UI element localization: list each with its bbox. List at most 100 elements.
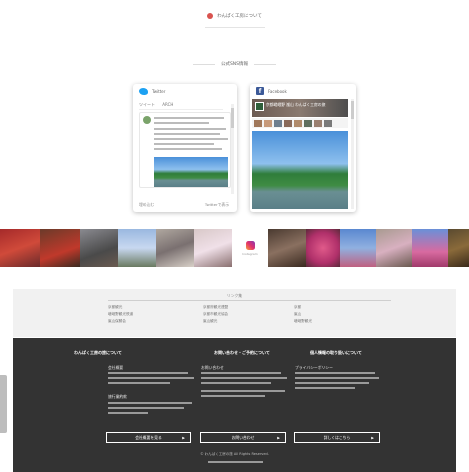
footer-info: わんぱく工房の旅について 会社概要 旅行業約款 会社概要を見る ▶ お問い合わせ… <box>13 338 456 472</box>
twitter-scrollbar[interactable] <box>231 104 234 194</box>
link-item[interactable]: 京都府観光連盟 <box>203 305 228 310</box>
map-pin-icon <box>207 13 214 19</box>
link-item[interactable]: 嵐山観光 <box>203 319 217 324</box>
footer-text-line <box>108 382 170 384</box>
friend-avatar[interactable] <box>294 119 302 127</box>
footer-text-line <box>201 372 281 374</box>
twitter-embed-link[interactable]: 埋め込む <box>139 202 154 208</box>
copyright: © わんぱく工房の旅 All Rights Reserved. <box>200 452 269 456</box>
footer-text-line <box>295 372 375 374</box>
twitter-feed-title-text: ツイート <box>139 102 155 107</box>
gallery-photo[interactable] <box>268 229 306 267</box>
footer-col-heading: 個人情報の取り扱いについて <box>310 350 362 355</box>
twitter-name: Twitter <box>152 88 166 94</box>
twitter-card-header: Twitter <box>133 84 237 98</box>
friend-avatar[interactable] <box>264 119 272 127</box>
footer-text-line <box>108 402 192 404</box>
gallery-photo[interactable] <box>376 229 412 267</box>
facebook-f-icon: f <box>256 87 264 95</box>
gallery-photo[interactable] <box>80 229 118 267</box>
arrow-right-icon: ▶ <box>182 436 185 440</box>
gallery-photo[interactable] <box>40 229 80 267</box>
top-divider <box>205 27 265 28</box>
heading-rule-left <box>192 63 215 65</box>
footer-text-line <box>201 395 265 397</box>
footer-col-button[interactable]: 詳しくはこちら ▶ <box>294 432 380 443</box>
link-item[interactable]: 嵯峨野観光鉄道 <box>108 312 133 317</box>
footer-col-button[interactable]: 会社概要を見る ▶ <box>106 432 191 443</box>
friend-avatar[interactable] <box>274 119 282 127</box>
gallery-photo[interactable] <box>340 229 376 267</box>
top-about-label: わんぱく工房について <box>217 14 262 19</box>
footer-text-line <box>201 382 271 384</box>
links-rule <box>108 300 391 301</box>
twitter-handle: ARCH <box>162 102 174 107</box>
links-title: リンク集 <box>226 293 243 298</box>
tweet-text-line <box>154 143 214 145</box>
tweet-text-line <box>154 122 209 124</box>
link-item[interactable]: 嵯峨野観光 <box>294 319 312 324</box>
instagram-photo-strip: Instagram <box>0 229 469 267</box>
facebook-scroll-thumb[interactable] <box>351 101 354 119</box>
footer-col-button-label: 詳しくはこちら <box>323 434 351 440</box>
friend-avatar[interactable] <box>254 119 262 127</box>
gallery-photo[interactable] <box>118 229 156 267</box>
gallery-photo[interactable] <box>0 229 40 267</box>
tweet[interactable] <box>139 112 231 188</box>
footer-text-line <box>201 377 287 379</box>
gallery-photo[interactable] <box>412 229 448 267</box>
footer-text-line <box>201 390 285 392</box>
top-about-link[interactable]: わんぱく工房について <box>0 10 469 22</box>
footer-col-subheading: お問い合わせ <box>201 365 224 370</box>
footer-col-button-label: お問い合わせ <box>231 434 255 440</box>
footer-text-line <box>208 461 263 463</box>
twitter-bird-icon <box>139 87 148 95</box>
link-item[interactable]: 京都市観光協会 <box>203 312 228 317</box>
tweet-text-line <box>154 133 220 135</box>
footer-text-line <box>295 382 369 384</box>
footer-col-subheading: プライバシーポリシー <box>295 365 333 370</box>
twitter-scroll-thumb[interactable] <box>231 108 234 128</box>
links-section: リンク集 京都観光 嵯峨野観光鉄道 嵐山保勝会 京都府観光連盟 京都市観光協会 … <box>13 289 456 337</box>
facebook-page-title[interactable]: 京都嵯峨野 嵐山 わんぱく工房の旅 <box>266 102 325 108</box>
link-item[interactable]: 京都 <box>294 305 301 310</box>
gallery-photo[interactable] <box>194 229 232 267</box>
instagram-badge[interactable]: Instagram <box>232 229 268 267</box>
footer-col-subheading: 会社概要 <box>108 365 124 370</box>
facebook-page-banner[interactable]: 京都嵯峨野 嵐山 わんぱく工房の旅 <box>252 99 348 117</box>
footer-text-line <box>295 377 379 379</box>
gallery-photo[interactable] <box>156 229 194 267</box>
tweet-text-line <box>154 117 224 119</box>
sns-heading: 公式SNS情報 <box>0 59 469 69</box>
footer-col-button-label: 会社概要を見る <box>135 434 162 440</box>
instagram-icon <box>245 240 255 250</box>
friend-avatar[interactable] <box>324 119 332 127</box>
facebook-card-header: f Facebook <box>250 84 356 98</box>
friend-avatar[interactable] <box>314 119 322 127</box>
instagram-label: Instagram <box>242 251 258 256</box>
tweet-photo[interactable] <box>154 157 228 187</box>
twitter-card: Twitter ツイート ARCH 埋め込む Twitterで表示 <box>133 84 237 212</box>
footer-text-line <box>108 407 184 409</box>
link-item[interactable]: 嵐山保勝会 <box>108 319 126 324</box>
arrow-right-icon: ▶ <box>371 436 374 440</box>
facebook-scrollbar[interactable] <box>351 99 354 209</box>
facebook-friend-thumbs <box>252 118 348 128</box>
gallery-photo[interactable] <box>306 229 340 267</box>
tweet-text-line <box>154 128 226 130</box>
footer-col-subheading: 旅行業約款 <box>108 394 127 399</box>
footer-text-line <box>295 387 355 389</box>
link-item[interactable]: 嵐山 <box>294 312 301 317</box>
twitter-view-link[interactable]: Twitterで表示 <box>205 202 229 208</box>
facebook-name: Facebook <box>268 88 287 94</box>
side-scroll-tab[interactable] <box>0 375 7 433</box>
facebook-post-photo[interactable] <box>252 131 348 209</box>
friend-avatar[interactable] <box>304 119 312 127</box>
footer-col-button[interactable]: お問い合わせ ▶ <box>200 432 286 443</box>
sns-heading-text: 公式SNS情報 <box>220 62 249 67</box>
link-item[interactable]: 京都観光 <box>108 305 122 310</box>
facebook-page-logo <box>255 102 264 111</box>
friend-avatar[interactable] <box>284 119 292 127</box>
tweet-text-line <box>154 148 222 150</box>
gallery-photo[interactable] <box>448 229 469 267</box>
